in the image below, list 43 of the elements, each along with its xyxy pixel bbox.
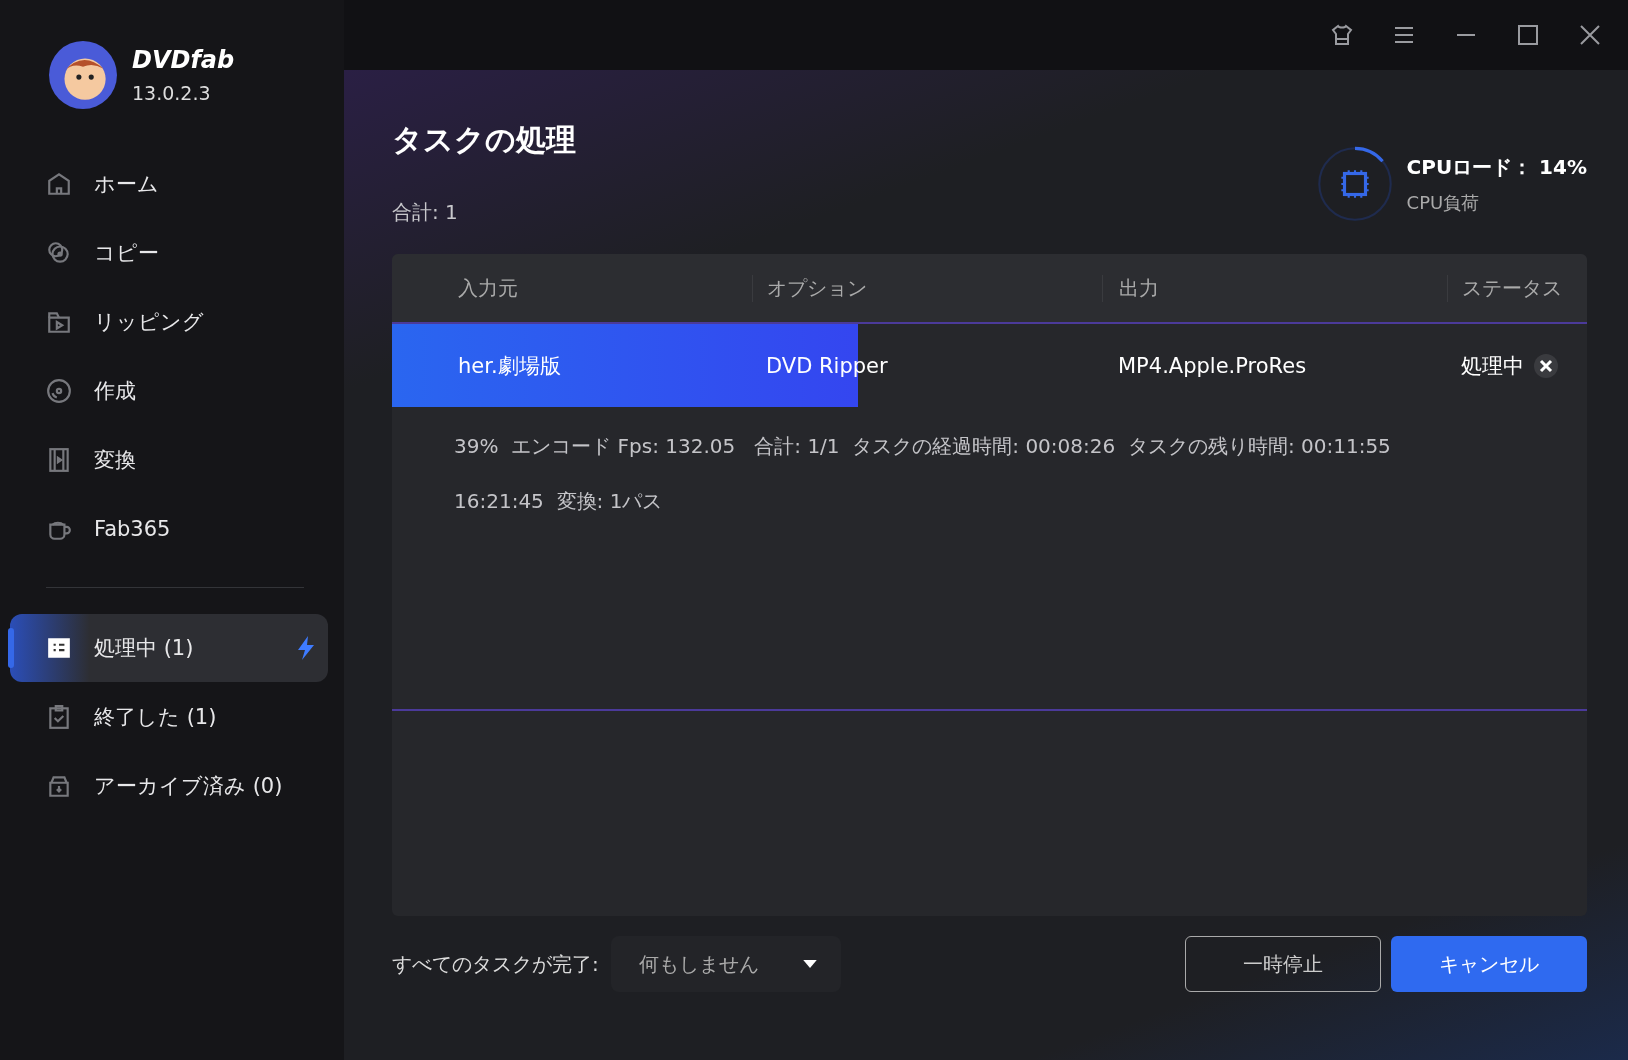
app-name: DVDfab <box>132 46 235 74</box>
page-title: タスクの処理 <box>392 121 576 159</box>
pause-button[interactable]: 一時停止 <box>1185 936 1381 992</box>
nav-item[interactable]: リッピング <box>10 288 328 356</box>
completion-dropdown[interactable]: 何もしません <box>610 936 841 992</box>
shirt-icon[interactable] <box>1330 23 1354 47</box>
completion-label: すべてのタスクが完了: <box>392 950 599 978</box>
discs-icon <box>46 240 72 266</box>
nav-item[interactable]: コピー <box>10 219 328 287</box>
queue-item[interactable]: アーカイブ済み (0) <box>10 752 328 820</box>
caret-icon <box>802 959 817 969</box>
nav-item[interactable]: ホーム <box>10 150 328 218</box>
column-header: ステータス <box>1447 274 1587 302</box>
archive-box-icon <box>46 773 72 799</box>
close-icon[interactable] <box>1534 353 1558 378</box>
column-header: オプション <box>752 274 1102 302</box>
disc-icon <box>46 378 72 404</box>
column-header: 入力元 <box>457 274 519 302</box>
nav-item[interactable]: Fab365 <box>10 495 328 563</box>
house-icon <box>46 171 72 197</box>
maximize-icon[interactable] <box>1516 23 1540 47</box>
cancel-button[interactable]: キャンセル <box>1391 936 1587 992</box>
cpu-load: CPUロード： 14% <box>1406 153 1587 181</box>
output-cell-text: MP4.Apple.ProRes <box>1117 353 1308 378</box>
chip-icon <box>1339 169 1370 199</box>
cpu-caption: CPU負荷 <box>1406 190 1481 215</box>
monkey-logo-icon <box>48 40 118 110</box>
progress-detail: 39% エンコード Fps: 132.05 合計: 1/1 タスクの経過時間: 00:08:26 タスクの残り時間: 00:11:55 <box>454 433 1392 460</box>
nav-item[interactable]: 変換 <box>10 426 328 494</box>
input-cell-text: her.劇場版 <box>457 352 562 380</box>
folder-play-icon <box>46 309 72 335</box>
close-icon[interactable] <box>1578 23 1602 47</box>
task-total: 合計: 1 <box>392 199 459 226</box>
clipboard-check-icon <box>46 704 72 730</box>
film-icon <box>46 447 72 473</box>
task-list-icon <box>46 635 72 661</box>
column-header: 出力 <box>1102 274 1447 302</box>
status-cell-text: 処理中 <box>1461 352 1524 380</box>
queue-item[interactable]: 処理中 (1) <box>10 614 328 682</box>
nav-item[interactable]: 作成 <box>10 357 328 425</box>
queue-item[interactable]: 終了した (1) <box>10 683 328 751</box>
app-version: 13.0.2.3 <box>132 82 212 104</box>
progress-detail: 16:21:45 変換: 1パス <box>454 488 664 515</box>
